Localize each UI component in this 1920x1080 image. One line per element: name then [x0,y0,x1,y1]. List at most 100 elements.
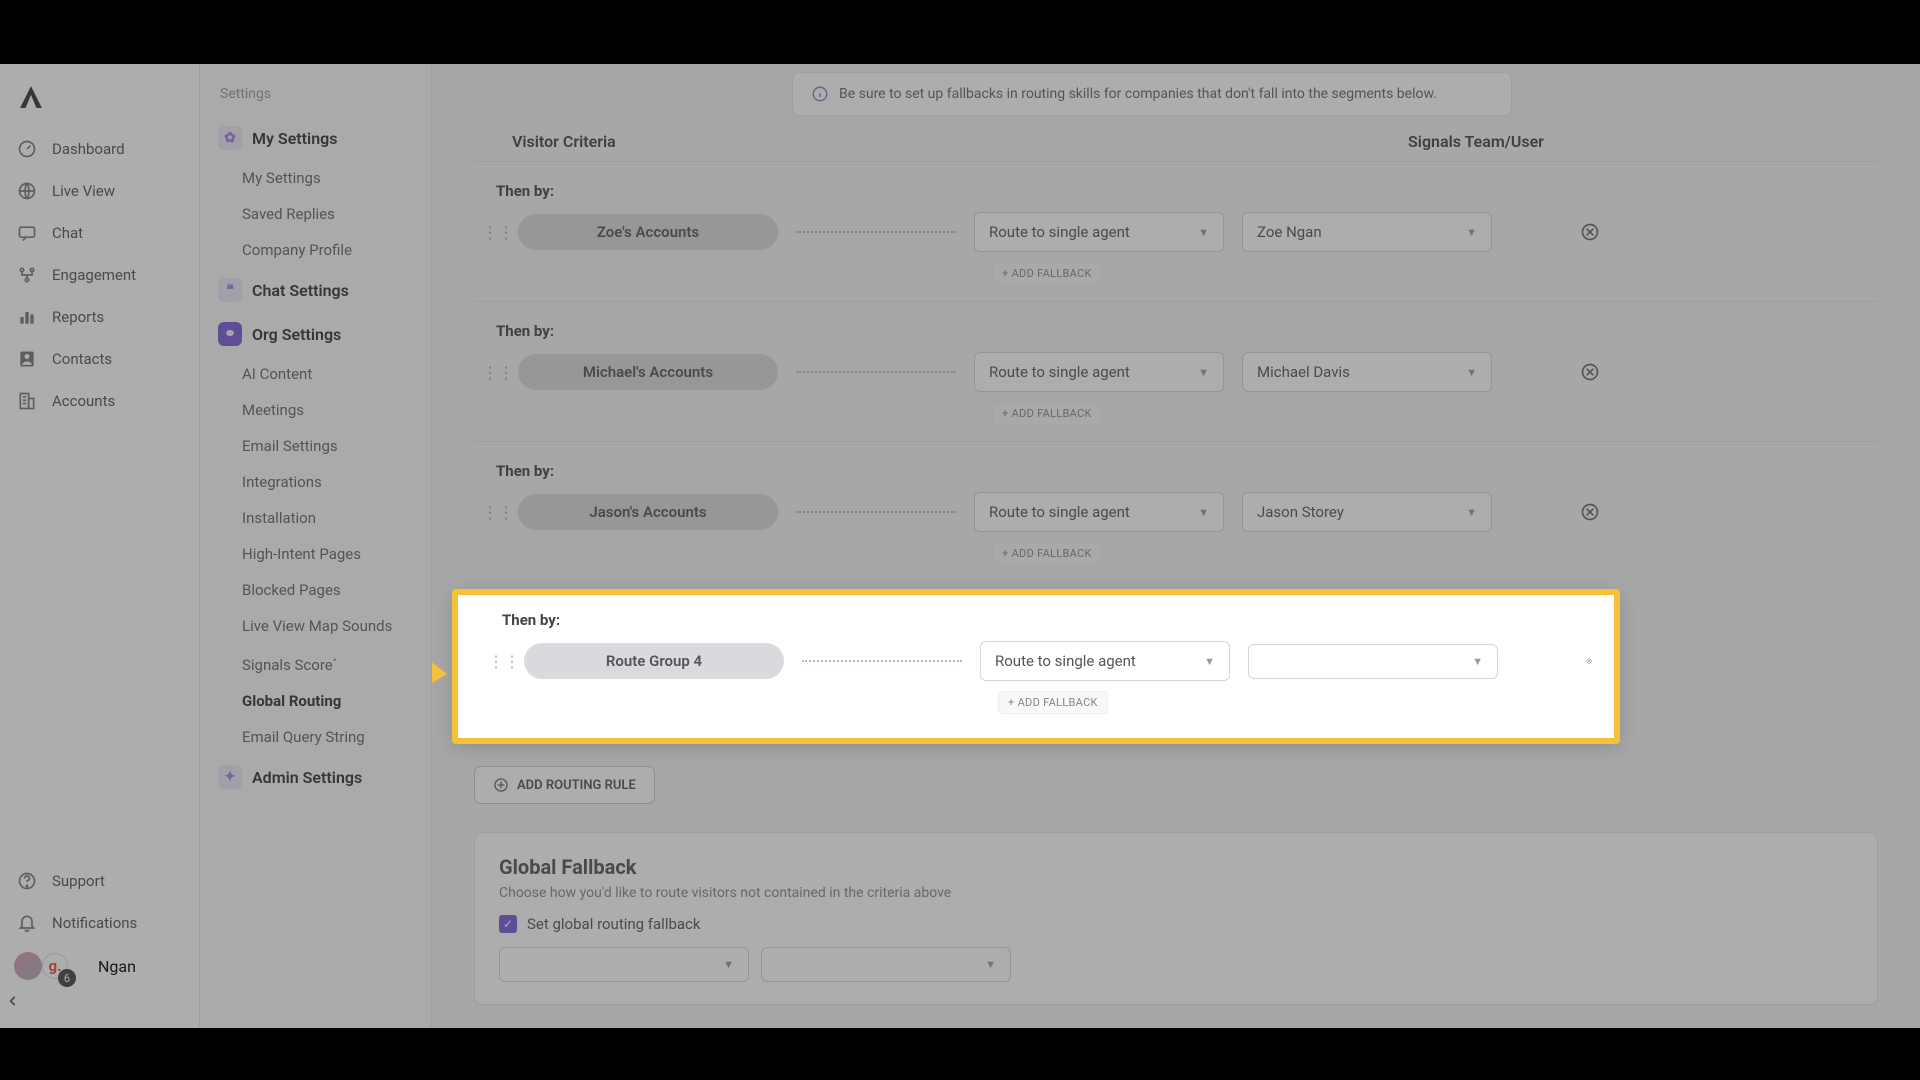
shield-icon: ✦ [218,765,242,789]
link-installation[interactable]: Installation [200,500,431,536]
chevron-left-icon [6,994,20,1008]
nav-liveview[interactable]: Live View [0,170,199,212]
link-saved-replies[interactable]: Saved Replies [200,196,431,232]
link-global-routing[interactable]: Global Routing [200,683,431,719]
route-type-select[interactable]: Route to single agent▼ [974,492,1224,532]
link-high-intent-pages[interactable]: High-Intent Pages [200,536,431,572]
add-fallback-button[interactable]: + ADD FALLBACK [992,262,1102,285]
then-by-label: Then by: [474,322,1878,352]
chevron-down-icon: ▼ [1204,655,1215,668]
nav-rail: Dashboard Live View Chat Engagement Repo… [0,64,200,1028]
fallback-checkbox[interactable]: ✓ [499,915,517,933]
chevron-down-icon: ▼ [1466,366,1477,379]
help-icon [16,870,38,892]
chevron-down-icon: ▼ [1466,226,1477,239]
drag-handle-icon[interactable]: ⋮⋮ [488,652,506,671]
add-fallback-button[interactable]: + ADD FALLBACK [992,542,1102,565]
connector-line [796,511,956,513]
nav-notifications[interactable]: Notifications [0,902,199,944]
nav-accounts[interactable]: Accounts [0,380,199,422]
section-org-settings[interactable]: ⚭Org Settings [200,312,431,356]
route-user-select[interactable]: Michael Davis▼ [1242,352,1492,392]
routing-rule: Then by: ⋮⋮ Jason's Accounts Route to si… [474,441,1878,581]
remove-rule-button[interactable] [1586,651,1592,671]
select-value: Route to single agent [989,223,1130,241]
callout-arrow-icon [432,579,462,739]
fallback-title: Global Fallback [499,855,1853,879]
nav-dashboard[interactable]: Dashboard [0,128,199,170]
section-label: Chat Settings [252,281,349,300]
globe-icon [16,180,38,202]
nav-reports[interactable]: Reports [0,296,199,338]
link-email-settings[interactable]: Email Settings [200,428,431,464]
criteria-chip[interactable]: Jason's Accounts [518,494,778,530]
link-signals-score[interactable]: Signals Score• [200,644,431,683]
route-user-select[interactable]: Zoe Ngan▼ [1242,212,1492,252]
fallback-select-1[interactable]: ▼ [499,947,749,982]
drag-handle-icon[interactable]: ⋮⋮ [482,363,500,382]
section-chat-settings[interactable]: ❝Chat Settings [200,268,431,312]
nav-engagement[interactable]: Engagement [0,254,199,296]
dashboard-icon [16,138,38,160]
col-signals-team: Signals Team/User [1112,132,1840,151]
route-type-select[interactable]: Route to single agent▼ [974,352,1224,392]
criteria-chip[interactable]: Zoe's Accounts [518,214,778,250]
link-blocked-pages[interactable]: Blocked Pages [200,572,431,608]
branch-icon [16,264,38,286]
route-type-select[interactable]: Route to single agent▼ [980,641,1230,681]
drag-handle-icon[interactable]: ⋮⋮ [482,223,500,242]
chevron-down-icon: ▼ [1472,655,1483,668]
main-content: Be sure to set up fallbacks in routing s… [432,64,1920,1028]
section-admin-settings[interactable]: ✦Admin Settings [200,755,431,799]
route-user-select[interactable]: ▼ [1248,644,1498,679]
then-by-label: Then by: [474,182,1878,212]
then-by-label: Then by: [480,611,1592,641]
nav-label: Live View [52,182,115,200]
criteria-chip[interactable]: Route Group 4 [524,643,784,679]
route-type-select[interactable]: Route to single agent▼ [974,212,1224,252]
nav-user[interactable]: g. 6 Ngan [0,944,199,988]
new-dot-icon: • [333,653,337,667]
criteria-chip[interactable]: Michael's Accounts [518,354,778,390]
connector-line [796,231,956,233]
collapse-nav-button[interactable] [0,988,199,1014]
link-email-query-string[interactable]: Email Query String [200,719,431,755]
table-header: Visitor Criteria Signals Team/User [452,124,1900,161]
section-my-settings[interactable]: ✿My Settings [200,116,431,160]
link-my-settings[interactable]: My Settings [200,160,431,196]
nav-contacts[interactable]: Contacts [0,338,199,380]
add-routing-rule-button[interactable]: ADD ROUTING RULE [474,766,655,804]
remove-rule-button[interactable] [1580,362,1600,382]
chevron-down-icon: ▼ [1466,506,1477,519]
nav-support[interactable]: Support [0,860,199,902]
remove-rule-button[interactable] [1580,222,1600,242]
bar-chart-icon [16,306,38,328]
nav-label: Contacts [52,350,112,368]
app-logo-icon [18,84,44,110]
avatar [14,952,42,980]
settings-sidebar: Settings ✿My Settings My Settings Saved … [200,64,432,1028]
connector-line [796,371,956,373]
fallback-select-2[interactable]: ▼ [761,947,1011,982]
link-company-profile[interactable]: Company Profile [200,232,431,268]
link-integrations[interactable]: Integrations [200,464,431,500]
link-ai-content[interactable]: AI Content [200,356,431,392]
link-live-view-map-sounds[interactable]: Live View Map Sounds [200,608,431,644]
select-value: Route to single agent [989,363,1130,381]
highlighted-rule-callout: Then by: ⋮⋮ Route Group 4 Route to singl… [452,589,1900,744]
then-by-label: Then by: [474,462,1878,492]
remove-rule-button[interactable] [1580,502,1600,522]
nav-chat[interactable]: Chat [0,212,199,254]
route-user-select[interactable]: Jason Storey▼ [1242,492,1492,532]
chevron-down-icon: ▼ [985,958,996,971]
col-visitor-criteria: Visitor Criteria [512,132,1112,151]
add-fallback-button[interactable]: + ADD FALLBACK [992,402,1102,425]
link-meetings[interactable]: Meetings [200,392,431,428]
global-fallback-panel: Global Fallback Choose how you'd like to… [474,832,1878,1005]
drag-handle-icon[interactable]: ⋮⋮ [482,503,500,522]
nav-label: Notifications [52,914,137,932]
add-fallback-button[interactable]: + ADD FALLBACK [998,691,1108,714]
sidebar-title: Settings [200,82,431,116]
plus-circle-icon [493,777,509,793]
routing-rule: Then by: ⋮⋮ Michael's Accounts Route to … [474,301,1878,441]
